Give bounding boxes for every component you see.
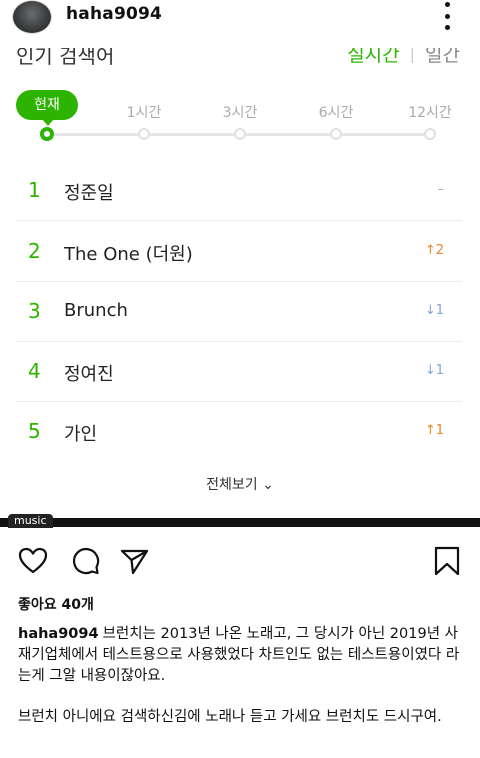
view-all-link[interactable]: 전체보기 ⌄ xyxy=(0,474,480,494)
music-bar xyxy=(0,518,480,527)
share-icon[interactable] xyxy=(120,546,150,576)
bookmark-icon[interactable] xyxy=(432,546,462,576)
rank-item[interactable]: 5 가인 ↑1 xyxy=(16,402,462,462)
likes-count[interactable]: 좋아요 40개 xyxy=(18,594,94,614)
rank-change-up: ↑1 xyxy=(424,423,444,438)
rank-number: 1 xyxy=(28,178,41,202)
heart-icon[interactable] xyxy=(18,546,48,576)
comment-icon[interactable] xyxy=(70,546,100,576)
rank-change-same: – xyxy=(437,182,445,197)
rank-keyword[interactable]: Brunch xyxy=(64,300,128,321)
rank-item[interactable]: 1 정준일 – xyxy=(16,161,462,221)
avatar[interactable] xyxy=(12,0,52,34)
username[interactable]: haha9094 xyxy=(66,4,162,24)
timeline-dot-1h[interactable] xyxy=(138,128,150,140)
rank-number: 5 xyxy=(28,419,41,443)
mode-tabs: 실시간 | 일간 xyxy=(347,44,460,67)
rank-number: 4 xyxy=(28,359,41,383)
tab-daily[interactable]: 일간 xyxy=(425,48,460,67)
rank-item[interactable]: 3 Brunch ↓1 xyxy=(16,282,462,342)
rank-keyword[interactable]: 정준일 xyxy=(64,179,114,205)
rank-item[interactable]: 4 정여진 ↓1 xyxy=(16,342,462,402)
post-header: haha9094 xyxy=(0,0,480,36)
rank-change-up: ↑2 xyxy=(424,243,444,258)
timeline-dot-current[interactable] xyxy=(40,127,54,141)
timeline-dot-6h[interactable] xyxy=(330,128,342,140)
caption-text-2: 브런치 아니에요 검색하신김에 노래나 듣고 가세요 브런치도 드시구여. xyxy=(18,709,442,725)
current-time-bubble[interactable]: 현재 xyxy=(16,90,78,126)
post-caption: haha9094 브런치는 2013년 나온 노래고, 그 당시가 아닌 2019… xyxy=(18,624,466,748)
rank-number: 3 xyxy=(28,299,41,323)
rank-change-down: ↓1 xyxy=(424,363,444,378)
timeline-dot-3h[interactable] xyxy=(234,128,246,140)
caption-username[interactable]: haha9094 xyxy=(18,626,99,642)
music-label[interactable]: music xyxy=(8,514,53,528)
time-label-12h[interactable]: 12시간 xyxy=(408,102,452,122)
search-ranking-card: 인기 검색어 실시간 | 일간 현재 1시간 3시간 6시간 12시간 1 정준… xyxy=(0,36,480,518)
tab-divider: | xyxy=(409,44,416,63)
timeline-dot-12h[interactable] xyxy=(424,128,436,140)
rank-item[interactable]: 2 The One (더원) ↑2 xyxy=(16,222,462,282)
rank-change-down: ↓1 xyxy=(424,303,444,318)
time-label-6h[interactable]: 6시간 xyxy=(319,102,354,122)
tab-realtime[interactable]: 실시간 xyxy=(347,48,399,67)
time-label-1h[interactable]: 1시간 xyxy=(127,102,162,122)
rank-number: 2 xyxy=(28,239,41,263)
rank-keyword[interactable]: 가인 xyxy=(64,420,97,446)
rank-keyword[interactable]: The One (더원) xyxy=(64,240,193,266)
time-label-3h[interactable]: 3시간 xyxy=(223,102,258,122)
card-title: 인기 검색어 xyxy=(16,44,115,68)
more-icon[interactable] xyxy=(444,2,450,30)
rank-keyword[interactable]: 정여진 xyxy=(64,360,114,386)
